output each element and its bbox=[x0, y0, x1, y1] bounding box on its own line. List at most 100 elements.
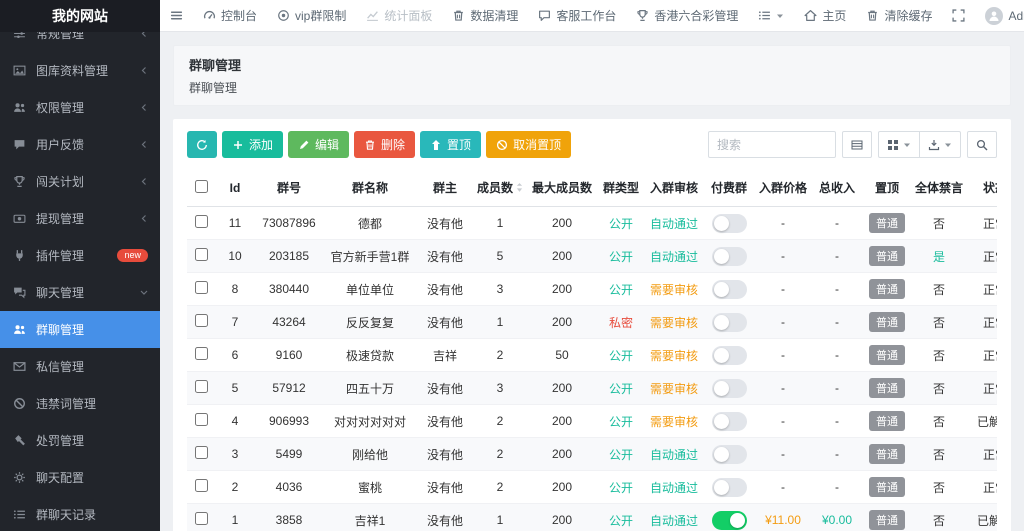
price-value: - bbox=[781, 216, 785, 230]
sidebar-item-label: 图库资料管理 bbox=[36, 62, 108, 79]
sidebar-item-chat[interactable]: 聊天管理 bbox=[0, 274, 160, 311]
top-button[interactable]: 置顶 bbox=[420, 131, 481, 158]
add-button[interactable]: 添加 bbox=[222, 131, 283, 158]
sidebar-item-chat-config[interactable]: 聊天配置 bbox=[0, 459, 160, 496]
export-button[interactable] bbox=[919, 131, 961, 158]
search-toggle-button[interactable] bbox=[967, 131, 997, 158]
edit-button[interactable]: 编辑 bbox=[288, 131, 349, 158]
nav-item-dashboard[interactable]: 控制台 bbox=[193, 0, 267, 32]
audit-mode: 自动通过 bbox=[650, 448, 698, 462]
table-row[interactable]: 24036蜜桃没有他2200公开自动通过--普通否正常202 bbox=[187, 471, 997, 504]
members-value: 1 bbox=[497, 216, 504, 230]
sidebar-item-general[interactable]: 常规管理 bbox=[0, 32, 160, 52]
row-checkbox[interactable] bbox=[195, 347, 208, 360]
cell-price: - bbox=[755, 438, 811, 471]
row-checkbox[interactable] bbox=[195, 281, 208, 294]
paid-toggle[interactable] bbox=[712, 214, 747, 233]
cell-status: 已解散 bbox=[967, 405, 997, 438]
price-value: - bbox=[781, 447, 785, 461]
sidebar-item-permission[interactable]: 权限管理 bbox=[0, 89, 160, 126]
paid-toggle[interactable] bbox=[712, 313, 747, 332]
sidebar-item-withdraw[interactable]: 提现管理 bbox=[0, 200, 160, 237]
nav-item-data-clean[interactable]: 数据清理 bbox=[442, 0, 528, 32]
id-value: 8 bbox=[232, 282, 239, 296]
sidebar-item-punishment[interactable]: 处罚管理 bbox=[0, 422, 160, 459]
table-row[interactable]: 4906993对对对对对对没有他2200公开需要审核--普通否已解散202 bbox=[187, 405, 997, 438]
nav-item-tabs-menu[interactable] bbox=[748, 0, 794, 32]
nav-item-account[interactable]: Admin bbox=[975, 0, 1024, 32]
paid-toggle[interactable] bbox=[712, 346, 747, 365]
sidebar-item-level-plan[interactable]: 闯关计划 bbox=[0, 163, 160, 200]
sidebar-item-gallery[interactable]: 图库资料管理 bbox=[0, 52, 160, 89]
cancel-top-button-label: 取消置顶 bbox=[513, 136, 561, 153]
id-value: 6 bbox=[232, 348, 239, 362]
paid-toggle[interactable] bbox=[712, 412, 747, 431]
cancel-top-button[interactable]: 取消置顶 bbox=[486, 131, 571, 158]
cell-owner: 没有他 bbox=[417, 372, 473, 405]
nav-item-homepage[interactable]: 主页 bbox=[794, 0, 856, 32]
top-button-label: 置顶 bbox=[447, 136, 471, 153]
top-badge: 普通 bbox=[869, 378, 905, 398]
row-checkbox[interactable] bbox=[195, 413, 208, 426]
nav-item-clear-cache[interactable]: 清除缓存 bbox=[856, 0, 942, 32]
sidebar-item-private-msg[interactable]: 私信管理 bbox=[0, 348, 160, 385]
paid-toggle[interactable] bbox=[712, 478, 747, 497]
row-checkbox[interactable] bbox=[195, 446, 208, 459]
table-row[interactable]: 35499刚给他没有他2200公开自动通过--普通否正常202 bbox=[187, 438, 997, 471]
delete-button[interactable]: 删除 bbox=[354, 131, 415, 158]
col-members[interactable]: 成员数 bbox=[473, 169, 527, 207]
search-input[interactable] bbox=[708, 131, 836, 158]
row-checkbox[interactable] bbox=[195, 380, 208, 393]
sidebar-item-group-chat[interactable]: 群聊管理 bbox=[0, 311, 160, 348]
nav-item-stats-panel[interactable]: 统计面板 bbox=[356, 0, 442, 32]
select-all-checkbox[interactable] bbox=[195, 180, 208, 193]
row-checkbox[interactable] bbox=[195, 314, 208, 327]
mute-value: 否 bbox=[933, 514, 945, 528]
sidebar-item-banned-words[interactable]: 违禁词管理 bbox=[0, 385, 160, 422]
table-row[interactable]: 69160极速贷款吉祥250公开需要审核--普通否正常202 bbox=[187, 339, 997, 372]
table-row[interactable]: 8380440单位单位没有他3200公开需要审核--普通否正常202 bbox=[187, 273, 997, 306]
columns-button[interactable] bbox=[878, 131, 920, 158]
nav-item-menu-toggle[interactable] bbox=[160, 0, 193, 32]
paid-toggle[interactable] bbox=[712, 445, 747, 464]
id-value: 1 bbox=[232, 513, 239, 527]
audit-mode: 需要审核 bbox=[650, 316, 698, 330]
cell-owner: 没有他 bbox=[417, 504, 473, 531]
cell-top: 普通 bbox=[863, 273, 911, 306]
paid-toggle[interactable] bbox=[712, 511, 747, 530]
paid-toggle[interactable] bbox=[712, 247, 747, 266]
paid-toggle[interactable] bbox=[712, 280, 747, 299]
table-row[interactable]: 13858吉祥1没有他1200公开自动通过¥11.00¥0.00普通否已解散20… bbox=[187, 504, 997, 531]
row-checkbox[interactable] bbox=[195, 248, 208, 261]
nav-item-lottery[interactable]: 香港六合彩管理 bbox=[626, 0, 748, 32]
sidebar-item-plugins[interactable]: 插件管理new bbox=[0, 237, 160, 274]
refresh-button[interactable] bbox=[187, 131, 217, 158]
table-scroll-area[interactable]: Id群号群名称群主成员数最大成员数群类型入群审核付费群入群价格总收入置顶全体禁言… bbox=[187, 169, 997, 531]
row-checkbox[interactable] bbox=[195, 215, 208, 228]
paid-toggle[interactable] bbox=[712, 379, 747, 398]
owner-value: 没有他 bbox=[427, 514, 463, 528]
row-checkbox[interactable] bbox=[195, 479, 208, 492]
nav-item-service-desk[interactable]: 客服工作台 bbox=[528, 0, 626, 32]
row-checkbox[interactable] bbox=[195, 512, 208, 525]
toggle-view-button[interactable] bbox=[842, 131, 872, 158]
name-value: 单位单位 bbox=[346, 283, 394, 297]
table-row[interactable]: 743264反反复复没有他1200私密需要审核--普通否正常202 bbox=[187, 306, 997, 339]
id-value: 11 bbox=[229, 216, 241, 230]
sidebar-item-group-history[interactable]: 群聊天记录 bbox=[0, 496, 160, 531]
income-value: - bbox=[835, 480, 839, 494]
income-value: - bbox=[835, 249, 839, 263]
table-row[interactable]: 1173087896德都没有他1200公开自动通过--普通否正常202 bbox=[187, 207, 997, 240]
audit-mode: 需要审核 bbox=[650, 349, 698, 363]
nav-item-fullscreen[interactable] bbox=[942, 0, 975, 32]
nav-item-vip-limit[interactable]: vip群限制 bbox=[267, 0, 356, 32]
table-row[interactable]: 10203185官方新手营1群没有他5200公开自动通过--普通是正常202 bbox=[187, 240, 997, 273]
sidebar-item-label: 聊天配置 bbox=[36, 469, 84, 486]
nav-item-label: 清除缓存 bbox=[884, 7, 932, 24]
cell-type: 公开 bbox=[597, 207, 645, 240]
cell-price: - bbox=[755, 207, 811, 240]
sidebar-item-feedback[interactable]: 用户反馈 bbox=[0, 126, 160, 163]
cell-income: - bbox=[811, 471, 863, 504]
table-row[interactable]: 557912四五十万没有他3200公开需要审核--普通否正常202 bbox=[187, 372, 997, 405]
cell-paid bbox=[703, 273, 755, 306]
